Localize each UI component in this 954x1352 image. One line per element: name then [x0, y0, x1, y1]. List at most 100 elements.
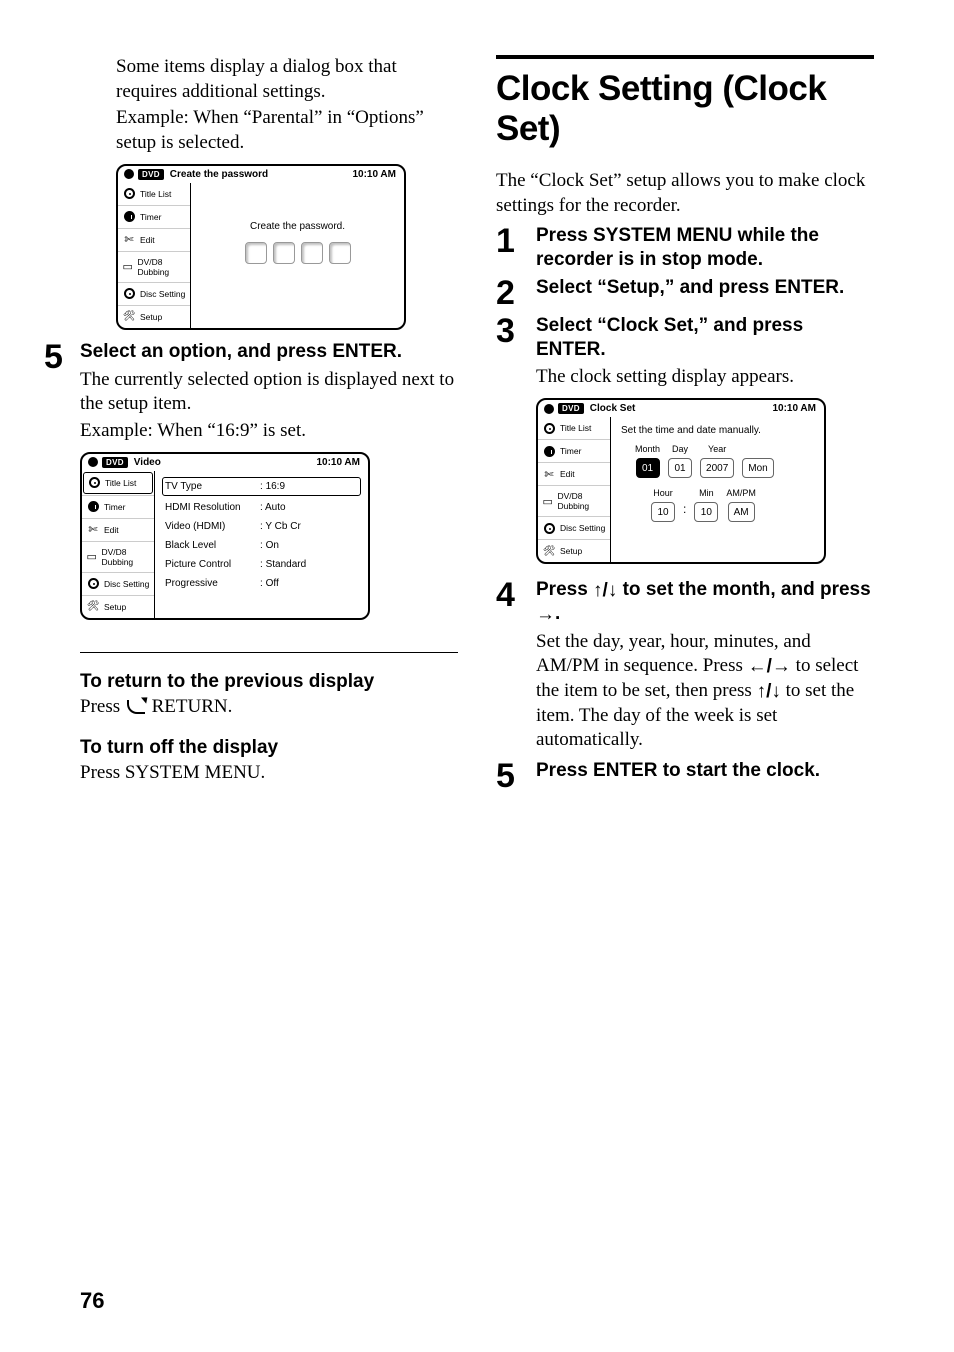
nav-timer: Timer — [140, 212, 161, 222]
nav-setup: Setup — [140, 312, 162, 322]
disc-setting-icon — [86, 578, 100, 590]
step-number-5: 5 — [44, 340, 80, 374]
setting-value: Y Cb Cr — [260, 521, 301, 532]
sub-return-body: Press RETURN. — [80, 695, 458, 720]
password-boxes — [201, 242, 394, 264]
label-min: Min — [699, 488, 714, 499]
setting-key: HDMI Resolution — [165, 502, 260, 513]
dubbing-icon — [122, 261, 134, 273]
osd-title: Video — [134, 457, 317, 468]
nav-disc: Disc Setting — [140, 289, 185, 299]
leftright-arrow-icon: ←/→ — [748, 657, 791, 676]
nav-title-list: Title List — [105, 478, 136, 488]
step5-body-2: Example: When “16:9” is set. — [80, 419, 458, 444]
edit-icon — [122, 234, 136, 246]
nav-dub: DV/D8 Dubbing — [102, 547, 151, 567]
label-hour: Hour — [653, 488, 673, 499]
label-month: Month — [635, 444, 660, 455]
setting-value: Off — [260, 578, 279, 589]
setting-key: TV Type — [165, 481, 260, 492]
step-number-5r: 5 — [496, 759, 536, 793]
osd-clock: 10:10 AM — [316, 457, 360, 468]
setting-value: Standard — [260, 559, 306, 570]
media-chip: DVD — [138, 169, 164, 180]
nav-setup: Setup — [104, 602, 126, 612]
setting-row: Picture Control Standard — [165, 555, 358, 574]
osd-clock-set: DVD Clock Set 10:10 AM Title List Timer … — [536, 398, 826, 564]
step-number-1: 1 — [496, 224, 536, 258]
step-number-2: 2 — [496, 276, 536, 310]
nav-disc: Disc Setting — [560, 523, 605, 533]
field-dow: Mon — [742, 458, 773, 478]
title-list-icon — [122, 188, 136, 200]
dubbing-icon — [542, 495, 554, 507]
field-year: 2007 — [700, 458, 734, 478]
dubbing-icon — [86, 551, 98, 563]
setup-icon — [122, 311, 136, 323]
nav-disc: Disc Setting — [104, 579, 149, 589]
nav-edit: Edit — [560, 469, 575, 479]
step5r-head: Press ENTER to start the clock. — [536, 759, 874, 783]
setting-row: Progressive Off — [165, 574, 358, 593]
nav-title-list: Title List — [560, 423, 591, 433]
timer-icon — [542, 445, 556, 457]
media-chip: DVD — [102, 457, 128, 468]
password-digit — [301, 242, 323, 264]
record-dot-icon — [88, 457, 98, 467]
osd-title: Clock Set — [590, 403, 773, 414]
title-list-icon — [87, 477, 101, 489]
field-hour: 10 — [651, 502, 675, 522]
step5-head: Select an option, and press ENTER. — [80, 340, 458, 364]
label-ampm: AM/PM — [726, 488, 756, 499]
step2-head: Select “Setup,” and press ENTER. — [536, 276, 874, 300]
sub-off-body: Press SYSTEM MENU. — [80, 761, 458, 786]
nav-edit: Edit — [140, 235, 155, 245]
osd-title: Create the password — [170, 169, 353, 180]
video-settings-list: TV Type 16:9 HDMI Resolution Auto Video … — [155, 471, 368, 618]
osd-clock: 10:10 AM — [352, 169, 396, 180]
sub-off-head: To turn off the display — [80, 737, 458, 759]
record-dot-icon — [124, 169, 134, 179]
updown-arrow-icon: ↑/↓ — [593, 581, 617, 600]
timer-icon — [122, 211, 136, 223]
setting-key: Picture Control — [165, 559, 260, 570]
setting-row: TV Type 16:9 — [163, 478, 360, 495]
step4-body: Set the day, year, hour, minutes, and AM… — [536, 630, 874, 753]
osd-nav: Title List Timer Edit DV/D8 Dubbing Disc… — [538, 417, 611, 562]
setting-key: Video (HDMI) — [165, 521, 260, 532]
return-icon — [127, 700, 145, 714]
password-digit — [245, 242, 267, 264]
time-colon: : — [683, 502, 686, 516]
step1-head: Press SYSTEM MENU while the recorder is … — [536, 224, 874, 272]
osd-nav: Title List Timer Edit DV/D8 Dubbing Disc… — [82, 471, 155, 618]
osd-create-password: DVD Create the password 10:10 AM Title L… — [116, 164, 406, 330]
left-intro-2: Example: When “Parental” in “Options” se… — [116, 106, 458, 155]
nav-edit: Edit — [104, 525, 119, 535]
right-arrow-icon: → — [536, 605, 555, 624]
nav-dub: DV/D8 Dubbing — [558, 491, 607, 511]
label-day: Day — [672, 444, 688, 455]
timer-icon — [86, 501, 100, 513]
setting-row: HDMI Resolution Auto — [165, 498, 358, 517]
step3-head: Select “Clock Set,” and press ENTER. — [536, 314, 874, 362]
field-day: 01 — [668, 458, 692, 478]
step3-body: The clock setting display appears. — [536, 365, 874, 390]
setting-row: Video (HDMI) Y Cb Cr — [165, 517, 358, 536]
right-intro: The “Clock Set” setup allows you to make… — [496, 169, 874, 218]
step-number-4: 4 — [496, 578, 536, 612]
setting-key: Black Level — [165, 540, 260, 551]
setting-key: Progressive — [165, 578, 260, 589]
section-title: Clock Setting (Clock Set) — [496, 69, 874, 149]
setup-icon — [86, 601, 100, 613]
osd-nav: Title List Timer Edit DV/D8 Dubbing Disc… — [118, 183, 191, 328]
nav-title-list: Title List — [140, 189, 171, 199]
edit-icon — [86, 524, 100, 536]
sub-return-head: To return to the previous display — [80, 671, 458, 693]
password-digit — [329, 242, 351, 264]
edit-icon — [542, 468, 556, 480]
field-ampm: AM — [728, 502, 755, 522]
setting-value: Auto — [260, 502, 286, 513]
setup-icon — [542, 545, 556, 557]
media-chip: DVD — [558, 403, 584, 414]
field-min: 10 — [694, 502, 718, 522]
